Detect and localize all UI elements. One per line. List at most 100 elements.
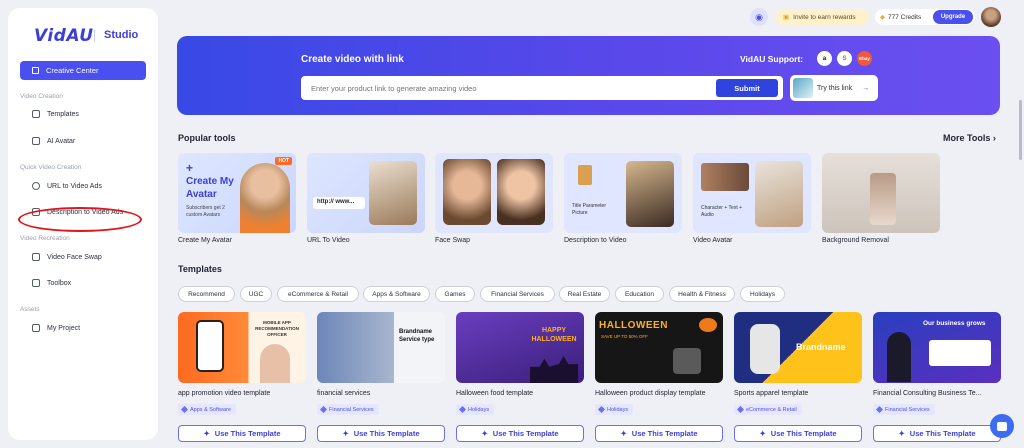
template-thumb-sub: SAVE UP TO 50% OFF bbox=[601, 334, 648, 339]
vidau-logo[interactable]: VidAU bbox=[34, 26, 94, 46]
product-link-input[interactable] bbox=[303, 78, 703, 99]
template-thumb-text: Our business grows bbox=[923, 320, 986, 327]
hero-title: Create video with link bbox=[301, 54, 404, 65]
chip-holidays[interactable]: Holidays bbox=[740, 286, 785, 302]
avatar-icon bbox=[32, 137, 40, 145]
try-link-label: Try this link bbox=[817, 84, 853, 92]
chip-health[interactable]: Health & Fitness bbox=[669, 286, 735, 302]
template-title: financial services bbox=[317, 390, 371, 397]
sidebar-item-label: My Project bbox=[47, 324, 81, 332]
sparkle-icon: ✦ bbox=[898, 429, 905, 438]
use-template-label: Use This Template bbox=[353, 429, 420, 438]
template-thumb[interactable]: MOBILE APP RECOMMENDATION OFFICER bbox=[178, 312, 306, 383]
url-video-preview-image bbox=[369, 161, 417, 225]
template-thumb[interactable]: Brandname bbox=[734, 312, 862, 383]
chat-button[interactable] bbox=[990, 414, 1014, 438]
template-thumb-text: HAPPY HALLOWEEN bbox=[531, 327, 577, 343]
phone-image bbox=[196, 320, 224, 372]
invite-button[interactable]: ▣ Invite to earn rewards bbox=[775, 9, 869, 25]
chip-apps[interactable]: Apps & Software bbox=[363, 286, 430, 302]
description-preview-image bbox=[626, 161, 674, 227]
try-link-thumbnail bbox=[793, 78, 813, 98]
sidebar-item-video-face-swap[interactable]: Video Face Swap bbox=[32, 253, 102, 261]
support-label: VidAU Support: bbox=[740, 54, 804, 64]
template-title: Halloween food template bbox=[456, 390, 534, 397]
use-template-button[interactable]: ✦ Use This Template bbox=[734, 425, 862, 442]
templates-title: Templates bbox=[178, 264, 222, 274]
tool-label: Create My Avatar bbox=[178, 237, 232, 244]
discord-icon[interactable]: ◉ bbox=[750, 8, 768, 26]
more-tools-label: More Tools bbox=[943, 133, 991, 143]
sidebar-item-label: Video Face Swap bbox=[47, 253, 102, 261]
chip-ugc[interactable]: UGC bbox=[240, 286, 272, 302]
tool-card-description-to-video[interactable]: Title Parameter Picture bbox=[564, 153, 682, 233]
avatar-person-image bbox=[240, 163, 290, 233]
section-assets: Assets bbox=[20, 306, 40, 313]
template-thumb[interactable]: HALLOWEEN SAVE UP TO 50% OFF bbox=[595, 312, 723, 383]
template-title: Sports apparel template bbox=[734, 390, 809, 397]
haunted-house-image bbox=[530, 356, 578, 383]
tool-card-create-my-avatar[interactable]: + Create My Avatar Subscribers get 2 cus… bbox=[178, 153, 296, 233]
tool-card-video-avatar[interactable]: Character + Text + Audio bbox=[693, 153, 811, 233]
use-template-button[interactable]: ✦ Use This Template bbox=[178, 425, 306, 442]
chip-real-estate[interactable]: Real Estate bbox=[559, 286, 610, 302]
toolbox-icon bbox=[32, 279, 40, 287]
ebay-icon: Ebay bbox=[857, 51, 872, 66]
use-template-button[interactable]: ✦ Use This Template bbox=[456, 425, 584, 442]
scrollbar-thumb[interactable] bbox=[1019, 100, 1022, 160]
try-link-button[interactable]: Try this link → bbox=[790, 75, 878, 101]
tool-thumb-title: Create My Avatar bbox=[186, 176, 234, 200]
tool-label: Background Removal bbox=[822, 237, 889, 244]
product-link-field[interactable]: Submit bbox=[301, 76, 783, 100]
sparkle-icon: ✦ bbox=[620, 429, 627, 438]
hot-badge: HOT bbox=[275, 157, 292, 165]
tool-card-url-to-video[interactable]: http:// www... bbox=[307, 153, 425, 233]
tool-label: Description to Video bbox=[564, 237, 627, 244]
chip-games[interactable]: Games bbox=[435, 286, 475, 302]
studio-label: Studio bbox=[104, 29, 139, 41]
arrow-right-icon: → bbox=[862, 84, 870, 92]
template-thumb[interactable]: Brandname Service type bbox=[317, 312, 445, 383]
sidebar-item-templates[interactable]: Templates bbox=[32, 110, 79, 118]
sidebar-item-ai-avatar[interactable]: AI Avatar bbox=[32, 137, 75, 145]
upgrade-button[interactable]: Upgrade bbox=[933, 10, 973, 24]
highlight-oval bbox=[18, 207, 142, 232]
template-tag: Apps & Software bbox=[178, 404, 236, 415]
template-thumb[interactable]: Our business grows bbox=[873, 312, 1001, 383]
creative-center-button[interactable]: Creative Center bbox=[20, 61, 146, 80]
hero-banner: Create video with link Submit VidAU Supp… bbox=[177, 36, 1000, 115]
chip-financial[interactable]: Financial Services bbox=[480, 286, 555, 302]
coin-icon: ◆ bbox=[880, 14, 885, 21]
use-template-button[interactable]: ✦ Use This Template bbox=[595, 425, 723, 442]
credits-label: 777 Credits bbox=[888, 13, 922, 21]
tool-label: URL To Video bbox=[307, 237, 350, 244]
tool-thumb-text: Character + Text + Audio bbox=[701, 205, 743, 218]
chip-education[interactable]: Education bbox=[615, 286, 664, 302]
chat-icon bbox=[997, 421, 1007, 431]
template-thumb[interactable]: HAPPY HALLOWEEN bbox=[456, 312, 584, 383]
perfume-bottle-image bbox=[870, 173, 896, 225]
more-tools-link[interactable]: More Tools › bbox=[943, 133, 996, 143]
template-thumb-text: Brandname bbox=[796, 342, 846, 352]
sidebar-item-label: Templates bbox=[47, 110, 79, 118]
section-video-creation: Video Creation bbox=[20, 93, 63, 100]
video-avatar-preview-image bbox=[755, 161, 803, 227]
sidebar-item-my-project[interactable]: My Project bbox=[32, 324, 80, 332]
chip-ecommerce[interactable]: eCommerce & Retail bbox=[277, 286, 359, 302]
tool-thumb-sub: Subscribers get 2 custom Avatars bbox=[186, 205, 225, 218]
folder-icon bbox=[32, 324, 40, 332]
sidebar-item-url-to-video-ads[interactable]: URL to Video Ads bbox=[32, 182, 102, 190]
use-template-button[interactable]: ✦ Use This Template bbox=[873, 425, 1001, 442]
chip-recommend[interactable]: Recommend bbox=[178, 286, 235, 302]
avatar[interactable] bbox=[981, 7, 1001, 27]
sidebar-item-toolbox[interactable]: Toolbox bbox=[32, 279, 71, 287]
invite-label: Invite to earn rewards bbox=[793, 13, 856, 21]
tool-card-face-swap[interactable] bbox=[435, 153, 553, 233]
tool-thumb-text: Title Parameter Picture bbox=[572, 203, 606, 216]
use-template-button[interactable]: ✦ Use This Template bbox=[317, 425, 445, 442]
pumpkin-image bbox=[699, 318, 717, 332]
template-title: Halloween product display template bbox=[595, 390, 706, 397]
submit-button[interactable]: Submit bbox=[716, 79, 778, 97]
template-tag: Financial Services bbox=[317, 404, 379, 415]
tool-card-background-removal[interactable] bbox=[822, 153, 940, 233]
